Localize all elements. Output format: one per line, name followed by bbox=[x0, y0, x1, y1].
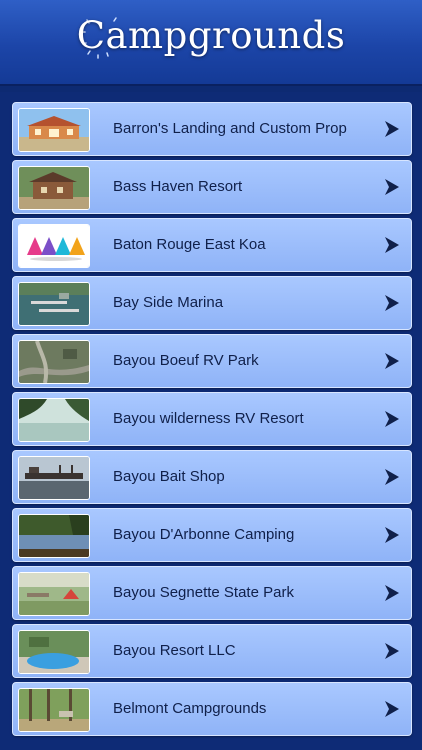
chevron-right-icon bbox=[385, 643, 399, 659]
list-item-label: Bayou Segnette State Park bbox=[113, 584, 294, 601]
list-item[interactable]: Baton Rouge East Koa bbox=[12, 218, 412, 272]
chevron-right-icon bbox=[385, 353, 399, 369]
list-item-label: Bayou D'Arbonne Camping bbox=[113, 526, 295, 543]
marina-thumbnail bbox=[18, 282, 90, 326]
list-item[interactable]: Bayou wilderness RV Resort bbox=[12, 392, 412, 446]
list-item-label: Bayou Bait Shop bbox=[113, 468, 225, 485]
cabin-thumbnail bbox=[18, 166, 90, 210]
list-item[interactable]: Belmont Campgrounds bbox=[12, 682, 412, 736]
lodge-thumbnail bbox=[18, 108, 90, 152]
chevron-right-icon bbox=[385, 179, 399, 195]
list-item-label: Bayou Boeuf RV Park bbox=[113, 352, 259, 369]
campsite-thumbnail bbox=[18, 572, 90, 616]
page-title: Campgrounds bbox=[76, 14, 346, 57]
chevron-right-icon bbox=[385, 527, 399, 543]
list-item-label: Bass Haven Resort bbox=[113, 178, 243, 195]
aerial-thumbnail bbox=[18, 340, 90, 384]
list-item[interactable]: Bayou Bait Shop bbox=[12, 450, 412, 504]
header-bar: Campgrounds bbox=[0, 0, 422, 86]
lake-forest-thumbnail bbox=[18, 514, 90, 558]
list-item[interactable]: Barron's Landing and Custom Prop bbox=[12, 102, 412, 156]
list-item[interactable]: Bayou Segnette State Park bbox=[12, 566, 412, 620]
forest-thumbnail bbox=[18, 688, 90, 732]
chevron-right-icon bbox=[385, 701, 399, 717]
pool-thumbnail bbox=[18, 630, 90, 674]
list-item-label: Bayou Resort LLC bbox=[113, 642, 236, 659]
list-item-label: Barron's Landing and Custom Prop bbox=[113, 120, 347, 137]
list-item-label: Bayou wilderness RV Resort bbox=[113, 410, 304, 427]
list-item[interactable]: Bayou D'Arbonne Camping bbox=[12, 508, 412, 562]
list-item[interactable]: Bayou Resort LLC bbox=[12, 624, 412, 678]
list-item[interactable]: Bay Side Marina bbox=[12, 276, 412, 330]
list-item-label: Belmont Campgrounds bbox=[113, 700, 267, 717]
campground-list: Barron's Landing and Custom Prop Bass Ha… bbox=[0, 92, 422, 750]
chevron-right-icon bbox=[385, 411, 399, 427]
list-item[interactable]: Bass Haven Resort bbox=[12, 160, 412, 214]
lake-trees-thumbnail bbox=[18, 398, 90, 442]
chevron-right-icon bbox=[385, 237, 399, 253]
dock-thumbnail bbox=[18, 456, 90, 500]
chevron-right-icon bbox=[385, 295, 399, 311]
list-item[interactable]: Bayou Boeuf RV Park bbox=[12, 334, 412, 388]
koa-logo-thumbnail bbox=[18, 224, 90, 268]
chevron-right-icon bbox=[385, 121, 399, 137]
list-item-label: Baton Rouge East Koa bbox=[113, 236, 266, 253]
chevron-right-icon bbox=[385, 585, 399, 601]
chevron-right-icon bbox=[385, 469, 399, 485]
list-item-label: Bay Side Marina bbox=[113, 294, 224, 311]
